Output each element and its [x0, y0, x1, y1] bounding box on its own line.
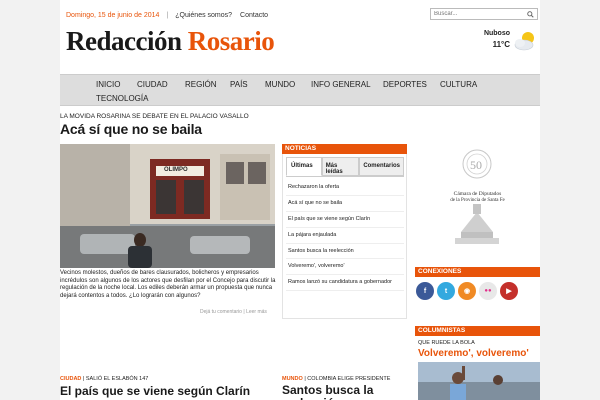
contact-link[interactable]: Contacto — [236, 12, 272, 19]
lead-meta: Dejá tu comentario | Leer más — [200, 309, 267, 315]
connections-heading: CONEXIONES — [415, 267, 540, 277]
logo-word-1: Redacción — [66, 26, 182, 56]
list-item[interactable]: Ramos lanzó su candidatura a gobernador — [286, 275, 404, 292]
nav-deportes[interactable]: DEPORTES — [383, 80, 427, 89]
flickr-icon[interactable]: ●● — [479, 282, 497, 300]
twitter-icon[interactable]: t — [437, 282, 455, 300]
top-separator: | — [166, 11, 169, 19]
list-item[interactable]: Santos busca la reelección — [286, 244, 404, 260]
nav-inicio[interactable]: INICIO — [96, 80, 120, 89]
weather-widget: Nuboso 11°C — [480, 30, 540, 54]
tab-latest[interactable]: Últimas — [286, 157, 322, 176]
list-item[interactable]: La pájara enjaulada — [286, 228, 404, 244]
rss-icon[interactable]: ◉ — [458, 282, 476, 300]
columnists-heading: COLUMNISTAS — [415, 326, 540, 336]
nav-tecnologia[interactable]: TECNOLOGÍA — [96, 94, 148, 103]
news-list: Rechazaron la oferta Acá sí que no se ba… — [286, 180, 404, 292]
story-separator: | — [82, 376, 85, 382]
lead-headline[interactable]: Acá sí que no se baila — [60, 121, 202, 137]
tab-most-read[interactable]: Más leídas — [321, 157, 360, 176]
tab-comments[interactable]: Comentarios — [359, 157, 404, 176]
current-date: Domingo, 15 de junio de 2014 — [66, 11, 160, 19]
ad-line-1: Cámara de Diputados — [453, 191, 502, 197]
columnist-title[interactable]: Volveremo', volveremo' — [418, 348, 529, 359]
nav-cultura[interactable]: CULTURA — [440, 80, 477, 89]
nav-info-general[interactable]: INFO GENERAL — [311, 80, 371, 89]
story-title-santos[interactable]: Santos busca la reelección — [282, 384, 412, 400]
lead-photo-illustration — [60, 144, 275, 268]
facebook-icon[interactable]: f — [416, 282, 434, 300]
story-kicker-mundo: MUNDO | COLOMBIA ELIGE PRESIDENTE — [282, 376, 390, 382]
chamber-ad-banner[interactable]: 50 Cámara de Diputados de la Provincia d… — [415, 144, 540, 262]
page: Domingo, 15 de junio de 2014 | ¿Quiénes … — [60, 0, 540, 400]
list-item[interactable]: Volveremo', volveremo' — [286, 259, 404, 276]
lead-kicker: LA MOVIDA ROSARINA SE DEBATE EN EL PALAC… — [60, 113, 249, 120]
lead-photo[interactable]: OLIMPO — [60, 144, 275, 268]
columnist-photo-illustration — [418, 362, 540, 400]
story-category[interactable]: CIUDAD — [60, 376, 81, 382]
story-category[interactable]: MUNDO — [282, 376, 303, 382]
list-item[interactable]: Rechazaron la oferta — [286, 180, 404, 196]
story-separator: | — [304, 376, 306, 382]
nav-region[interactable]: REGIÓN — [185, 80, 217, 89]
ad-line-2: de la Provincia de Santa Fe — [450, 198, 505, 203]
main-nav: INICIO CIUDAD REGIÓN PAÍS MUNDO INFO GEN… — [60, 74, 540, 106]
social-icons: f t ◉ ●● ▶ — [416, 282, 518, 302]
story-kicker-text: SALIÓ EL ESLABÓN 147 — [85, 376, 149, 382]
list-item[interactable]: El país que se viene según Clarín — [286, 212, 404, 228]
story-kicker-ciudad: CIUDAD | SALIÓ EL ESLABÓN 147 — [60, 376, 148, 382]
list-item[interactable]: Acá sí que no se baila — [286, 196, 404, 212]
comment-link[interactable]: Dejá tu comentario — [200, 309, 242, 315]
columnist-kicker: QUE RUEDE LA BOLA — [418, 340, 475, 346]
search-icon[interactable] — [525, 9, 535, 19]
ad-number: 50 — [470, 158, 482, 172]
news-heading: NOTICIAS — [282, 144, 407, 154]
meta-separator: | — [243, 309, 245, 315]
read-more-link[interactable]: Leer más — [246, 309, 267, 315]
search-input[interactable] — [431, 9, 525, 19]
columnist-photo[interactable] — [418, 362, 540, 400]
weather-condition: Nuboso — [483, 30, 510, 37]
search-box — [430, 8, 538, 20]
storefront-sign: OLIMPO — [164, 167, 188, 173]
weather-temperature: 11°C — [492, 40, 510, 49]
about-link[interactable]: ¿Quiénes somos? — [171, 12, 236, 19]
news-tabs: Últimas Más leídas Comentarios — [286, 157, 404, 177]
youtube-icon[interactable]: ▶ — [500, 282, 518, 300]
lead-summary: Vecinos molestos, dueños de bares clausu… — [60, 270, 276, 299]
nav-pais[interactable]: PAÍS — [230, 80, 248, 89]
partly-cloudy-icon — [514, 32, 534, 51]
story-title-clarin[interactable]: El país que se viene según Clarín — [60, 384, 250, 398]
site-logo[interactable]: Redacción Rosario — [66, 26, 275, 57]
nav-mundo[interactable]: MUNDO — [265, 80, 295, 89]
logo-word-2: Rosario — [187, 26, 275, 56]
story-kicker-text: COLOMBIA ELIGE PRESIDENTE — [307, 376, 391, 382]
nav-ciudad[interactable]: CIUDAD — [137, 80, 168, 89]
